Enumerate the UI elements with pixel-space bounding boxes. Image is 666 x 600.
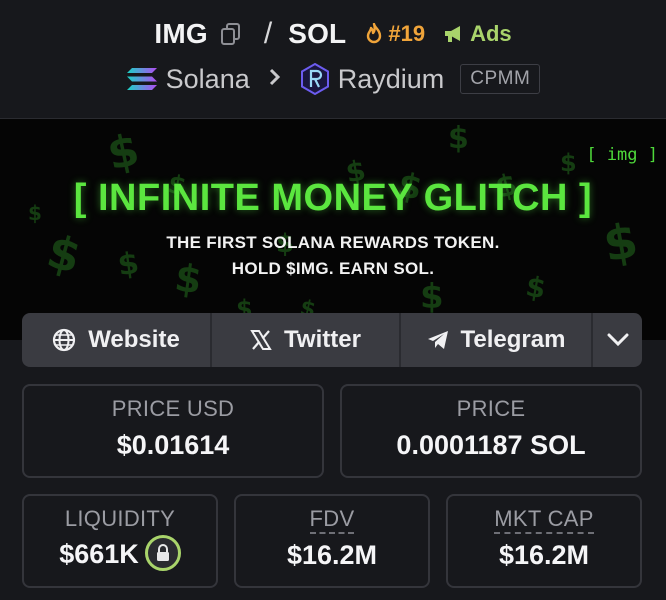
pair-source-row: Solana Raydium CPMM: [0, 60, 666, 98]
price-sol-card: PRICE 0.0001187 SOL: [340, 384, 642, 478]
pair-header: IMG / SOL #19 Ads Solana Raydium CPMM: [0, 0, 666, 118]
pool-type-badge: CPMM: [460, 64, 541, 94]
lock-icon[interactable]: [144, 535, 181, 571]
website-button[interactable]: Website: [22, 313, 212, 367]
copy-icon[interactable]: [220, 22, 242, 46]
mkt-cap-card: MKT CAP $16.2M: [446, 494, 642, 588]
price-usd-card: PRICE USD $0.01614: [22, 384, 324, 478]
fdv-card: FDV $16.2M: [234, 494, 430, 588]
twitter-button[interactable]: Twitter: [212, 313, 401, 367]
price-usd-value: $0.01614: [116, 430, 230, 460]
dex-link[interactable]: Raydium: [300, 63, 445, 95]
banner-title: [ INFINITE MONEY GLITCH ]: [73, 177, 593, 219]
liquidity-card: LIQUIDITY $661K: [22, 494, 218, 588]
website-label: Website: [88, 326, 180, 353]
banner-tagline-2: HOLD $IMG. EARN SOL.: [231, 259, 435, 278]
mkt-cap-label[interactable]: MKT CAP: [494, 506, 594, 534]
price-sol-value: 0.0001187 SOL: [396, 430, 586, 460]
banner-tag: [ img ]: [586, 145, 658, 165]
chain-link[interactable]: Solana: [126, 64, 250, 95]
x-icon: [250, 330, 272, 350]
chevron-down-icon: [607, 333, 628, 347]
twitter-label: Twitter: [284, 326, 361, 353]
price-usd-label: PRICE USD: [111, 396, 235, 421]
fdv-label-wrap: FDV: [236, 506, 428, 534]
chevron-right-icon: [268, 66, 282, 92]
rank-value: #19: [388, 21, 426, 46]
solana-icon: [126, 68, 157, 90]
project-banner: $ $ $ $ $ $ $ $ $ $ $ $ $ $ $ $ $ [ img …: [0, 118, 666, 340]
liquidity-row: $661K: [24, 535, 216, 574]
dollar-decoration: $: [103, 124, 144, 181]
telegram-button[interactable]: Telegram: [401, 313, 593, 367]
banner-tagline-1: THE FIRST SOLANA REWARDS TOKEN.: [166, 233, 500, 252]
more-links-button[interactable]: [593, 313, 642, 367]
ads-badge[interactable]: Ads: [443, 21, 512, 47]
fdv-value: $16.2M: [286, 540, 378, 570]
quote-symbol: SOL: [288, 18, 347, 49]
flame-icon: [367, 23, 382, 44]
price-sol-label: PRICE: [456, 396, 526, 421]
dollar-decoration: $: [560, 149, 577, 177]
raydium-icon: [300, 63, 329, 95]
chain-name: Solana: [165, 63, 250, 94]
fdv-label[interactable]: FDV: [309, 506, 355, 534]
dex-name: Raydium: [337, 63, 445, 94]
globe-icon: [53, 328, 76, 352]
telegram-label: Telegram: [460, 326, 566, 353]
mkt-cap-value: $16.2M: [498, 540, 590, 570]
trending-rank[interactable]: #19: [364, 21, 425, 47]
dollar-decoration: $: [420, 277, 444, 317]
liquidity-value: $661K: [59, 539, 139, 570]
dollar-decoration: $: [448, 121, 469, 156]
pair-separator: /: [263, 17, 273, 50]
social-links-bar: Website Twitter Telegram: [22, 313, 642, 367]
pair-title-row: IMG / SOL #19 Ads: [0, 14, 666, 54]
liquidity-label: LIQUIDITY: [64, 506, 176, 531]
telegram-icon: [427, 331, 448, 349]
base-symbol: IMG: [154, 18, 208, 49]
ads-label: Ads: [470, 21, 512, 46]
megaphone-icon: [445, 26, 461, 42]
mkt-cap-label-wrap: MKT CAP: [448, 506, 640, 534]
